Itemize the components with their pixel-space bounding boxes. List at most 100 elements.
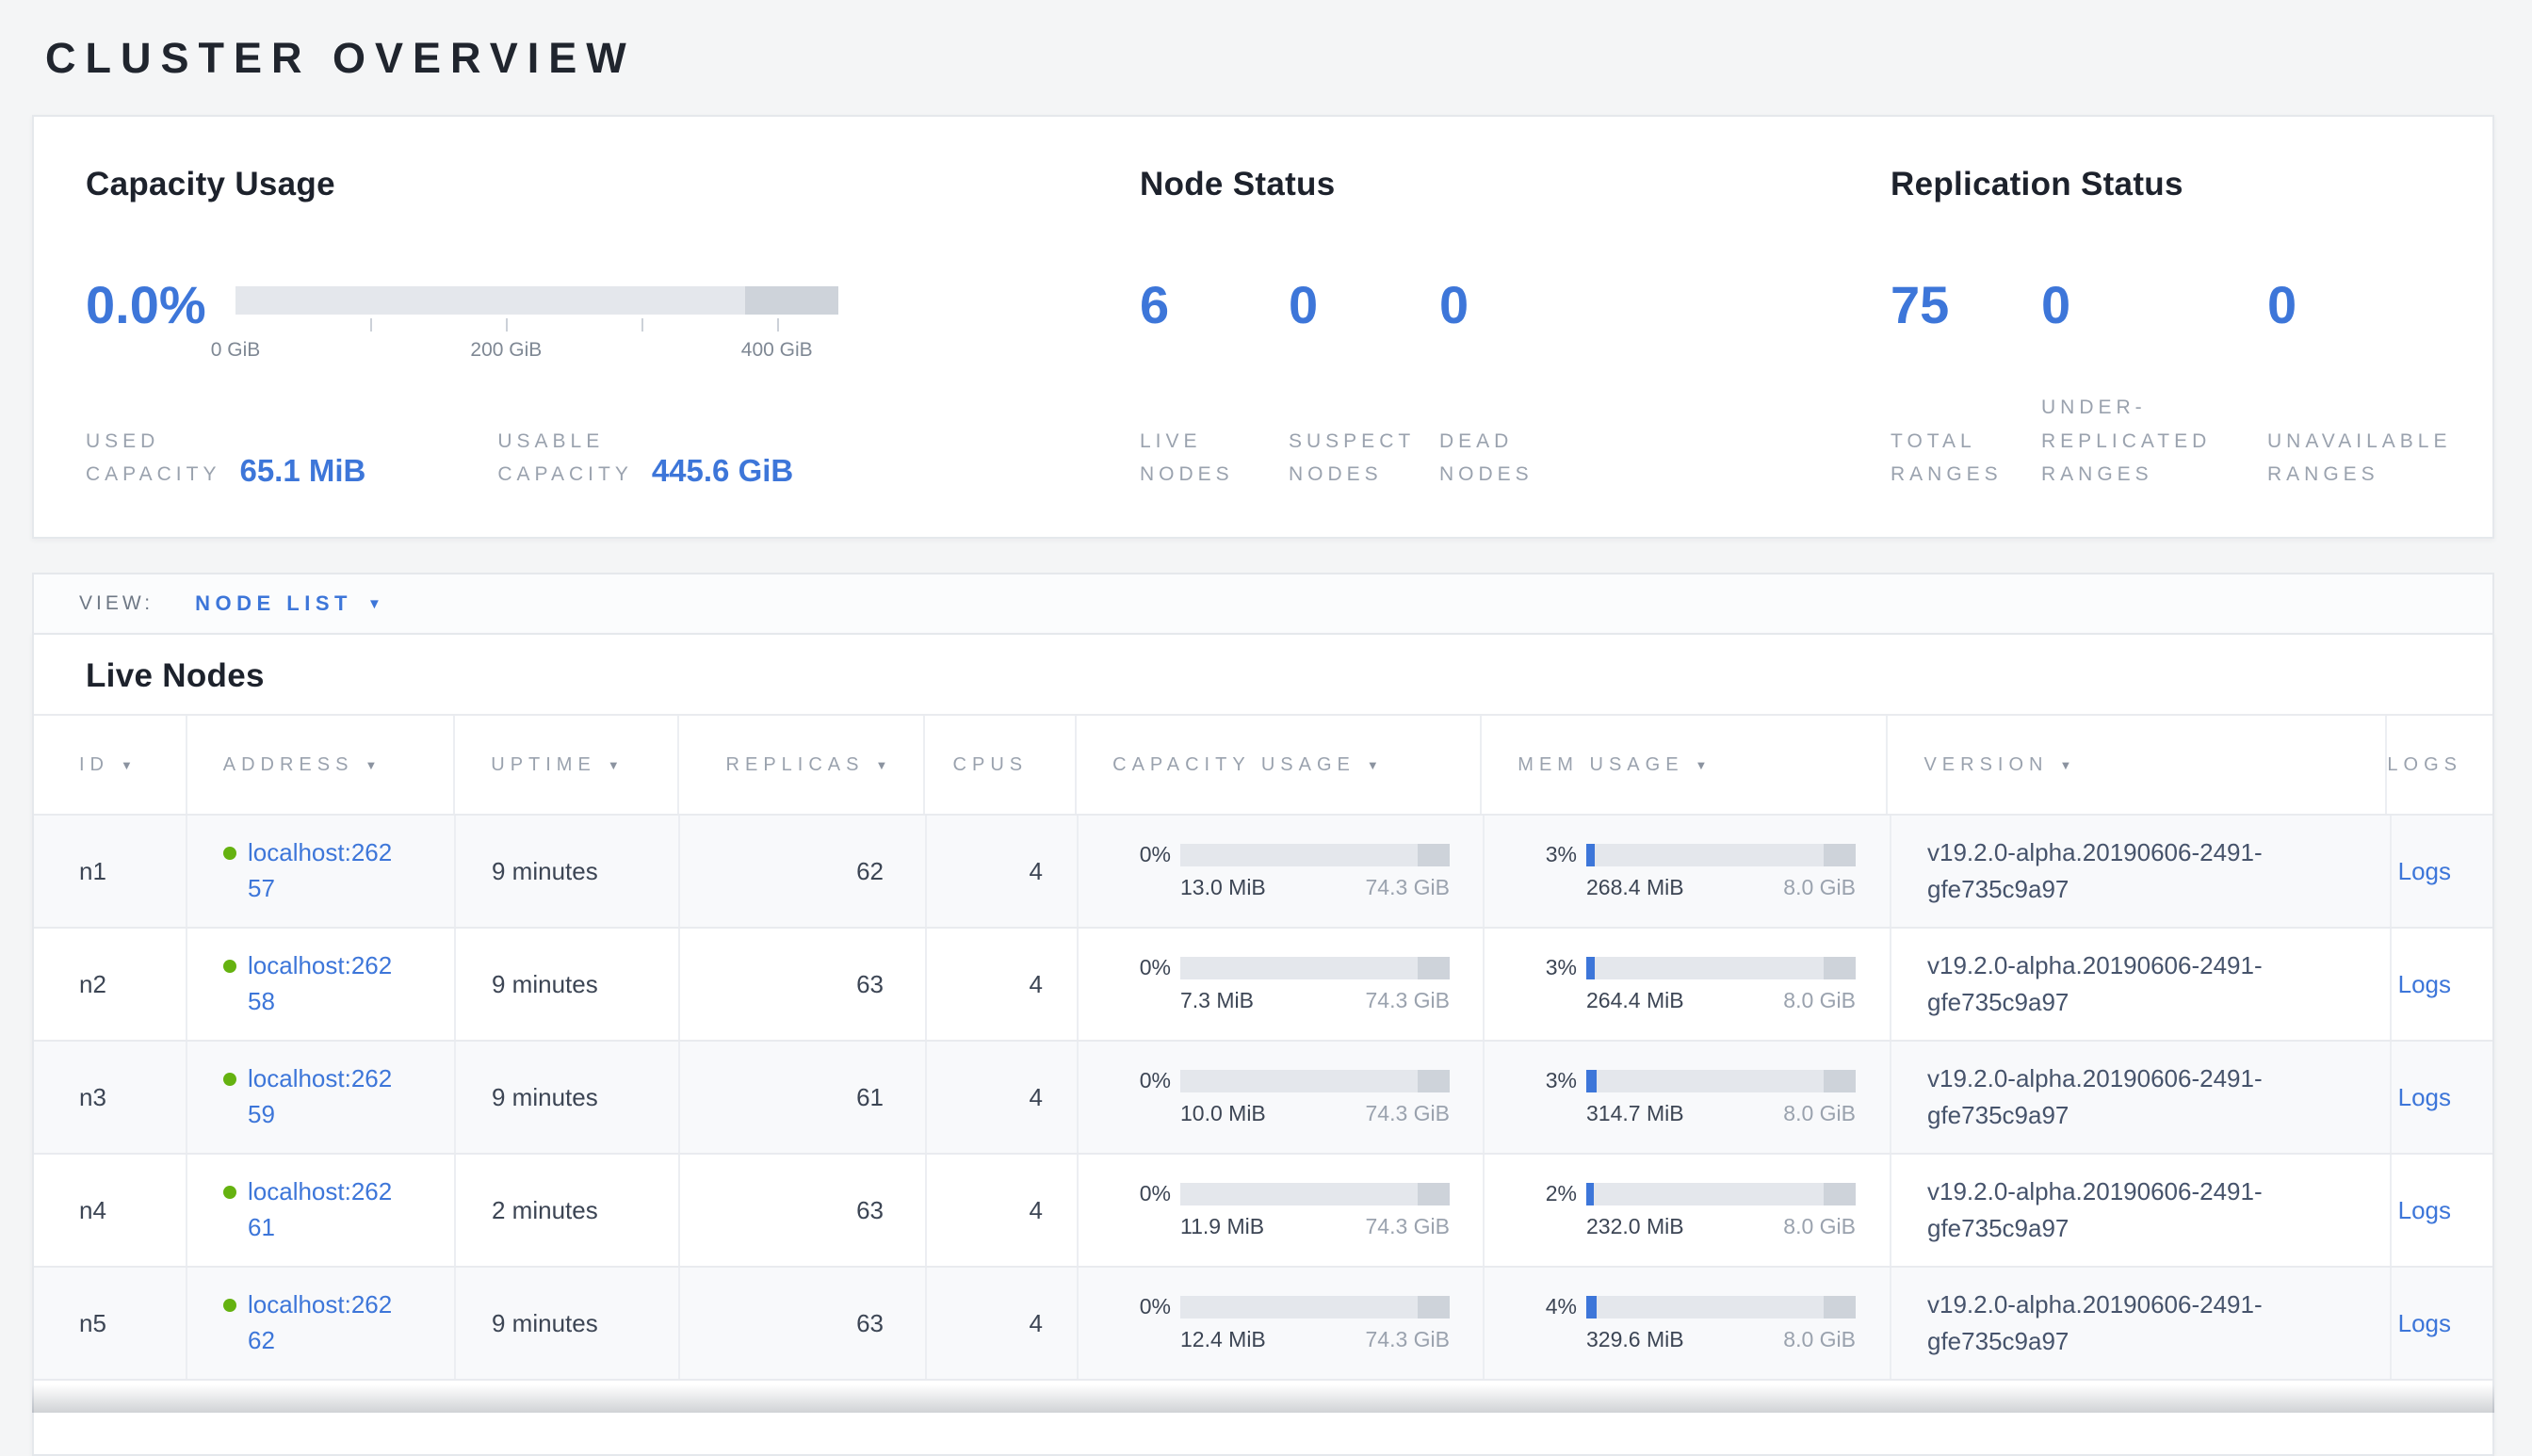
node-live-icon: [223, 1299, 236, 1312]
capacity-usage-bar: [1180, 844, 1450, 866]
table-row: n5 localhost:26262 9 minutes 63 4 0%: [34, 1266, 2492, 1379]
address-wrap: localhost:26259: [223, 1061, 398, 1132]
cell-address: localhost:26261: [187, 1155, 456, 1266]
axis-tick: [777, 318, 779, 332]
column-header-address[interactable]: ADDRESS ▼: [187, 716, 455, 814]
mem-used-value: 232.0 MiB: [1586, 1214, 1684, 1239]
cell-cpus: 4: [927, 929, 1079, 1040]
view-label: VIEW:: [79, 592, 154, 615]
cell-replicas: 63: [680, 929, 927, 1040]
mem-used-value: 329.6 MiB: [1586, 1327, 1684, 1352]
cell-logs: Logs: [2392, 929, 2492, 1040]
cell-capacity-usage: 0% 11.9 MiB 74.3 GiB: [1079, 1155, 1485, 1266]
mem-usage-fill: [1586, 1183, 1594, 1205]
capacity-used-value: 12.4 MiB: [1180, 1327, 1266, 1352]
logs-link[interactable]: Logs: [2398, 970, 2451, 999]
live-nodes-card: Live Nodes ID ▼ ADDRESS ▼ UPTIME ▼ REPLI…: [32, 633, 2494, 1456]
table-row: n3 localhost:26259 9 minutes 61 4 0%: [34, 1040, 2492, 1153]
total-ranges-count: 75: [1891, 279, 2041, 332]
cell-address: localhost:26259: [187, 1042, 456, 1153]
version-value: v19.2.0-alpha.20190606-2491-gfe735c9a97: [1927, 1286, 2370, 1360]
table-row-partial: [34, 1379, 2492, 1454]
capacity-values: 7.3 MiB 74.3 GiB: [1180, 988, 1450, 1013]
table-header-row: ID ▼ ADDRESS ▼ UPTIME ▼ REPLICAS ▼ CPUS: [34, 714, 2492, 814]
axis-label: 200 GiB: [470, 339, 542, 362]
node-address-link[interactable]: localhost:26261: [248, 1174, 398, 1245]
column-header-label: REPLICAS: [726, 754, 865, 776]
capacity-percent: 0%: [1114, 955, 1171, 980]
cell-version: v19.2.0-alpha.20190606-2491-gfe735c9a97: [1891, 1042, 2392, 1153]
node-address-link[interactable]: localhost:26262: [248, 1287, 398, 1358]
mem-values: 314.7 MiB 8.0 GiB: [1586, 1101, 1856, 1126]
cell-uptime: 9 minutes: [456, 816, 680, 927]
capacity-values: 12.4 MiB 74.3 GiB: [1180, 1327, 1450, 1352]
node-address-link[interactable]: localhost:26257: [248, 835, 398, 906]
sort-arrow-icon: ▼: [1696, 758, 1708, 772]
node-address-link[interactable]: localhost:26259: [248, 1061, 398, 1132]
replicas-value: 63: [856, 1309, 884, 1338]
logs-link[interactable]: Logs: [2398, 1309, 2451, 1338]
column-header-cpus: CPUS: [925, 716, 1077, 814]
capacity-usage-bar: [1180, 957, 1450, 979]
suspect-nodes-stat: 0 SUSPECT NODES: [1289, 279, 1439, 492]
column-header-mem-usage[interactable]: MEM USAGE ▼: [1482, 716, 1888, 814]
under-replicated-label: UNDER- REPLICATED RANGES: [2041, 391, 2267, 492]
mem-values: 264.4 MiB 8.0 GiB: [1586, 988, 1856, 1013]
capacity-values: 13.0 MiB 74.3 GiB: [1180, 875, 1450, 900]
column-header-replicas[interactable]: REPLICAS ▼: [679, 716, 926, 814]
cell-logs: Logs: [2392, 1268, 2492, 1379]
suspect-nodes-count: 0: [1289, 279, 1439, 332]
capacity-usage-bar: [1180, 1070, 1450, 1092]
dead-nodes-stat: 0 DEAD NODES: [1439, 279, 1534, 492]
live-nodes-table-body: n1 localhost:26257 9 minutes 62 4 0%: [34, 814, 2492, 1379]
cell-uptime: 9 minutes: [456, 929, 680, 1040]
node-id: n5: [79, 1309, 106, 1338]
logs-link[interactable]: Logs: [2398, 1196, 2451, 1225]
column-header-id[interactable]: ID ▼: [34, 716, 187, 814]
unavailable-ranges-stat: 0 UNAVAILABLE RANGES: [2267, 279, 2451, 492]
cell-replicas: 63: [680, 1155, 927, 1266]
capacity-gauge-endcap: [745, 286, 838, 315]
column-header-label: CAPACITY USAGE: [1112, 754, 1355, 776]
cell-mem-usage: 4% 329.6 MiB 8.0 GiB: [1485, 1268, 1891, 1379]
column-header-capacity-usage[interactable]: CAPACITY USAGE ▼: [1077, 716, 1482, 814]
cell-version: v19.2.0-alpha.20190606-2491-gfe735c9a97: [1891, 1268, 2392, 1379]
mem-used-value: 264.4 MiB: [1586, 988, 1684, 1013]
replication-status-stats: 75 TOTAL RANGES 0 UNDER- REPLICATED RANG…: [1891, 279, 2492, 492]
mem-percent: 2%: [1520, 1181, 1577, 1206]
node-address-link[interactable]: localhost:26258: [248, 948, 398, 1019]
mem-usage-fill: [1586, 957, 1595, 979]
page-title: CLUSTER OVERVIEW: [45, 34, 2532, 83]
mem-bar-endcap: [1824, 957, 1856, 979]
used-capacity-label: USED CAPACITY: [86, 425, 220, 492]
capacity-meter: 0%: [1114, 1294, 1483, 1319]
cell-replicas: 61: [680, 1042, 927, 1153]
column-header-logs: LOGS: [2387, 716, 2492, 814]
table-row: n4 localhost:26261 2 minutes 63 4 0%: [34, 1153, 2492, 1266]
column-header-version[interactable]: VERSION ▼: [1888, 716, 2387, 814]
mem-values: 329.6 MiB 8.0 GiB: [1586, 1327, 1856, 1352]
logs-link[interactable]: Logs: [2398, 857, 2451, 886]
mem-values: 268.4 MiB 8.0 GiB: [1586, 875, 1856, 900]
axis-label: 400 GiB: [741, 339, 813, 362]
capacity-percent: 0%: [1114, 1068, 1171, 1093]
mem-percent: 3%: [1520, 1068, 1577, 1093]
live-nodes-count: 6: [1140, 279, 1289, 332]
column-header-uptime[interactable]: UPTIME ▼: [455, 716, 679, 814]
mem-percent: 4%: [1520, 1294, 1577, 1319]
capacity-usage-bar: [1180, 1183, 1450, 1205]
cell-capacity-usage: 0% 12.4 MiB 74.3 GiB: [1079, 1268, 1485, 1379]
logs-link[interactable]: Logs: [2398, 1083, 2451, 1112]
view-dropdown[interactable]: NODE LIST ▼: [195, 591, 381, 616]
node-status-title: Node Status: [1140, 166, 1891, 203]
under-replicated-count: 0: [2041, 279, 2267, 332]
capacity-bar-endcap: [1418, 1183, 1450, 1205]
total-ranges-stat: 75 TOTAL RANGES: [1891, 279, 2041, 492]
address-wrap: localhost:26262: [223, 1287, 398, 1358]
mem-meter: 4%: [1520, 1294, 1890, 1319]
version-value: v19.2.0-alpha.20190606-2491-gfe735c9a97: [1927, 834, 2370, 908]
cell-mem-usage: 2% 232.0 MiB 8.0 GiB: [1485, 1155, 1891, 1266]
uptime-value: 9 minutes: [492, 1309, 598, 1338]
replicas-value: 62: [856, 857, 884, 886]
axis-tick: [641, 318, 643, 332]
